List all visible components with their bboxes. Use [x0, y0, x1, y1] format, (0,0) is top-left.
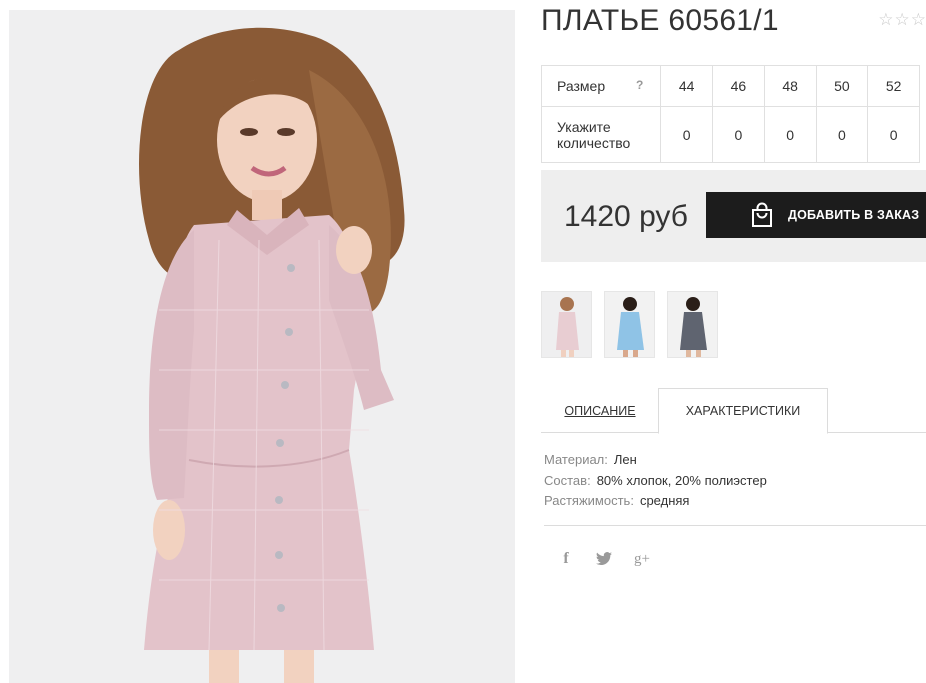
social-share: f g+ [555, 548, 653, 570]
spec-stretch: Растяжимость: средняя [544, 491, 767, 512]
spec-composition: Состав: 80% хлопок, 20% полиэстер [544, 471, 767, 492]
star-icon[interactable]: ☆ [911, 12, 926, 29]
dress-model-image [9, 10, 515, 683]
product-title: ПЛАТЬЕ 60561/1 [541, 4, 779, 37]
size-quantity-table: Размер ? 44 46 48 50 52 Укажите количест… [540, 65, 920, 163]
spec-key: Состав: [544, 472, 591, 488]
product-info-panel: ПЛАТЬЕ 60561/1 ☆ ☆ ☆ Размер ? 44 46 48 5… [540, 0, 926, 683]
spec-material: Материал: Лен [544, 450, 767, 471]
size-46: 46 [712, 65, 765, 107]
star-icon[interactable]: ☆ [878, 12, 893, 29]
price-box: 1420 руб ДОБАВИТЬ В ЗАКАЗ [541, 170, 926, 262]
size-48: 48 [763, 65, 817, 107]
pink-dress-thumb[interactable] [541, 291, 592, 358]
quantity-label: Укажите количество [540, 106, 662, 163]
quantity-input-46[interactable]: 0 [712, 106, 765, 163]
quantity-row: Укажите количество 0 0 0 0 0 [540, 106, 920, 163]
quantity-input-50[interactable]: 0 [815, 106, 869, 163]
spec-key: Материал: [544, 452, 608, 467]
tab-characteristics[interactable]: ХАРАКТЕРИСТИКИ [658, 388, 828, 434]
thumbnail-gallery [541, 291, 718, 358]
blue-dress-thumb[interactable] [604, 291, 655, 358]
spec-value: Лен [613, 452, 637, 467]
add-to-order-button[interactable]: ДОБАВИТЬ В ЗАКАЗ [706, 192, 926, 238]
star-icon[interactable]: ☆ [895, 12, 910, 29]
characteristics-list: Материал: Лен Состав: 80% хлопок, 20% поли… [544, 450, 767, 512]
divider [544, 525, 926, 526]
quantity-input-52[interactable]: 0 [867, 106, 920, 163]
size-row: Размер ? 44 46 48 50 52 [540, 65, 920, 107]
quantity-input-44[interactable]: 0 [660, 106, 714, 163]
add-to-order-label: ДОБАВИТЬ В ЗАКАЗ [788, 208, 920, 222]
twitter-icon[interactable] [593, 548, 615, 570]
shopping-bag-icon [752, 202, 772, 227]
size-label-cell: Размер ? [540, 65, 662, 107]
size-help-icon[interactable]: ? [636, 78, 643, 92]
size-label: Размер [557, 78, 606, 94]
gray-dress-thumb[interactable] [667, 291, 718, 358]
main-product-photo [9, 10, 515, 683]
size-44: 44 [660, 65, 714, 107]
tab-description[interactable]: ОПИСАНИЕ [541, 388, 659, 433]
size-52: 52 [867, 65, 920, 107]
spec-value: средняя [639, 493, 690, 508]
spec-value: 80% хлопок, 20% полиэстер [596, 472, 767, 488]
rating-stars[interactable]: ☆ ☆ ☆ [878, 12, 926, 29]
quantity-input-48[interactable]: 0 [763, 106, 817, 163]
price: 1420 руб [564, 200, 688, 233]
size-50: 50 [815, 65, 869, 107]
google-plus-icon[interactable]: g+ [631, 548, 653, 570]
spec-key: Растяжимость: [544, 493, 634, 508]
product-tabs: ОПИСАНИЕ ХАРАКТЕРИСТИКИ [541, 388, 926, 434]
facebook-icon[interactable]: f [555, 548, 577, 570]
